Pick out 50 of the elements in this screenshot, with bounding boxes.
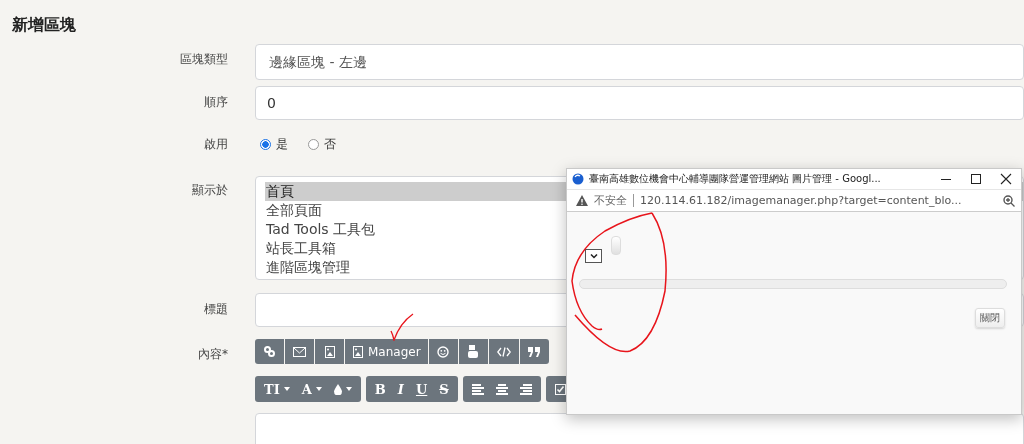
radio-button[interactable] <box>308 138 319 150</box>
quote-icon <box>528 346 541 357</box>
align-center-icon <box>495 383 508 395</box>
toolbar-button[interactable]: A <box>295 376 328 402</box>
toggle-knob[interactable] <box>611 236 621 255</box>
toolbar-button[interactable]: U <box>409 376 434 402</box>
field-label: 顯示於 <box>191 182 229 199</box>
toolbar-button[interactable] <box>488 339 519 364</box>
link-icon <box>264 346 275 357</box>
video-icon <box>468 345 479 358</box>
toolbar-button[interactable]: B <box>368 376 392 402</box>
close-button[interactable]: 關閉 <box>975 308 1005 328</box>
toolbar-button[interactable]: S <box>433 376 455 402</box>
toolbar-button[interactable] <box>255 339 284 364</box>
smiley-icon <box>437 345 450 358</box>
url-text: 120.114.61.182/imagemanager.php?target=content_blo... <box>640 194 963 207</box>
page-title: 新增區塊 <box>11 14 77 36</box>
field-label: 順序 <box>203 94 229 111</box>
radio-label: 是 <box>276 135 288 153</box>
window-title: 臺南高雄數位機會中心輔導團隊營運管理網站 圖片管理 - Googl... <box>589 172 882 186</box>
toolbar-button[interactable] <box>519 339 549 364</box>
dropdown[interactable] <box>585 249 602 263</box>
code-icon <box>496 346 511 357</box>
toolbar-button[interactable]: Manager <box>345 339 428 364</box>
zoom-icon <box>1003 194 1015 207</box>
input-field[interactable]: 0 <box>255 86 1024 120</box>
toolbar-button[interactable]: I <box>391 376 410 402</box>
image-icon <box>324 345 335 358</box>
align-left-icon <box>471 383 484 395</box>
warning-icon <box>576 195 588 206</box>
field-label: 標題 <box>203 301 229 318</box>
mail-icon <box>293 346 306 357</box>
image-icon <box>353 345 363 358</box>
field-label: 區塊類型 <box>179 51 229 68</box>
toolbar-button[interactable] <box>285 339 314 364</box>
toolbar-button[interactable] <box>458 339 488 364</box>
drop-icon <box>333 383 342 395</box>
chevron-icon <box>589 253 598 259</box>
toolbar-button[interactable]: TI <box>258 376 296 402</box>
radio-button[interactable] <box>260 138 271 150</box>
globe-icon <box>572 173 584 185</box>
security-label: 不安全 <box>594 193 627 208</box>
align-right-icon <box>519 383 532 395</box>
radio-label: 否 <box>324 135 336 153</box>
field-label: 內容* <box>197 346 229 363</box>
toolbar-button[interactable] <box>428 339 458 364</box>
select-field[interactable]: 邊緣區塊 - 左邊 <box>255 44 1024 80</box>
toolbar-button[interactable] <box>315 339 344 364</box>
field-label: 啟用 <box>203 135 229 153</box>
check-annotation <box>390 313 414 341</box>
